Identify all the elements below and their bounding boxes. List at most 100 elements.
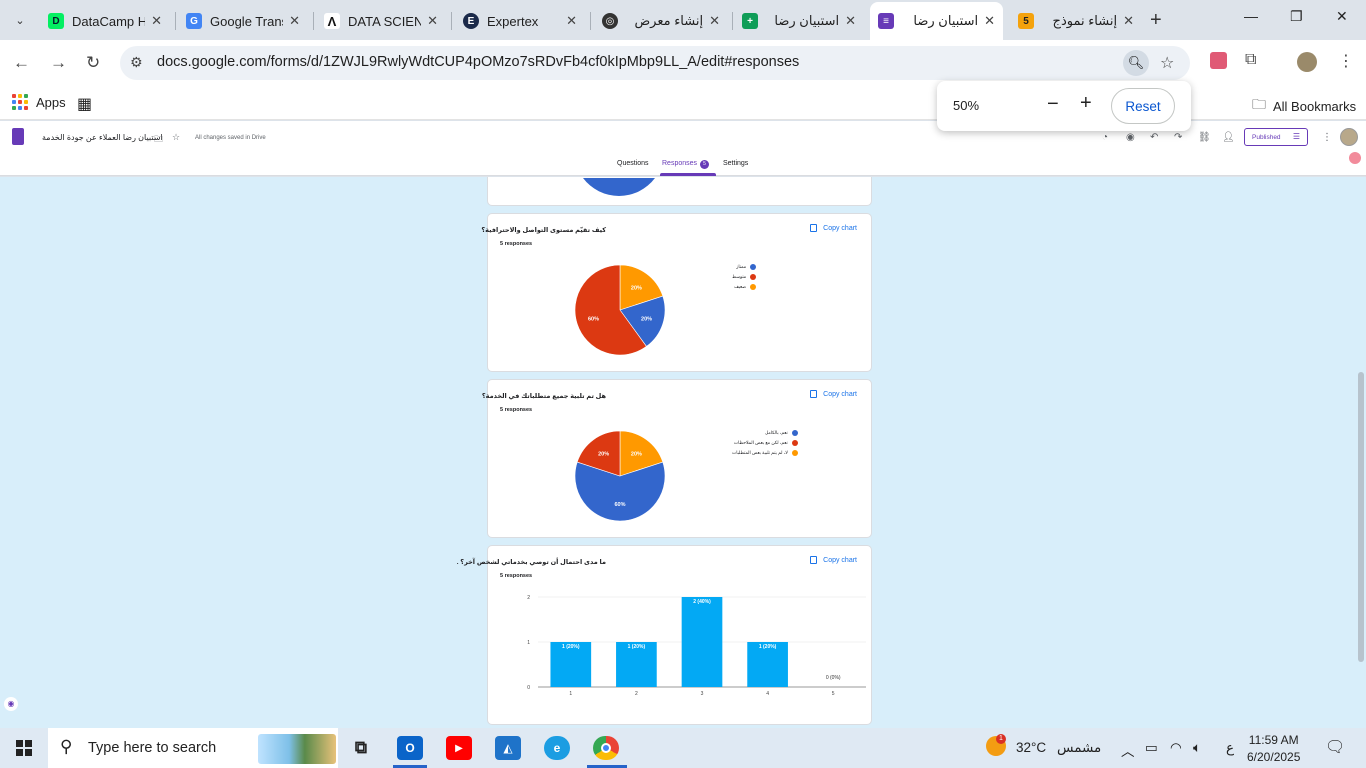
bookmark-star-icon[interactable]: ☆ <box>1160 53 1174 73</box>
windows-start-icon[interactable] <box>16 740 32 756</box>
y-tick-label: 0 <box>527 685 530 691</box>
undo-icon[interactable]: ↶ <box>1150 132 1158 143</box>
close-icon[interactable]: ✕ <box>984 13 995 29</box>
legend-swatch <box>750 284 757 290</box>
add-collaborator-icon[interactable]: 👤︎ <box>1222 132 1235 143</box>
tab-survey-sheets[interactable]: + استبيان رضا ✕ <box>734 6 864 36</box>
redo-icon[interactable]: ↷ <box>1174 132 1182 143</box>
close-icon[interactable]: ✕ <box>566 13 577 29</box>
forward-icon[interactable]: → <box>50 53 67 73</box>
close-icon[interactable]: ✕ <box>845 13 856 29</box>
tab-expertex[interactable]: E Expertex ✕ <box>455 6 585 36</box>
battery-icon[interactable]: ▭ <box>1145 740 1158 756</box>
profile-avatar[interactable] <box>1297 52 1317 72</box>
form-title[interactable]: استبيان رضا العملاء عن جودة الخدمة <box>42 133 163 142</box>
tab-google-translate[interactable]: G Google Trans ✕ <box>178 6 308 36</box>
palette-icon[interactable]: ◔ <box>1102 132 1108 143</box>
x-tick-label: 2 <box>635 691 638 697</box>
wifi-icon[interactable]: ◠ <box>1170 740 1182 756</box>
pie-chart-requirements: 20% 60% 20% <box>574 430 666 522</box>
tab-settings[interactable]: Settings <box>723 160 748 167</box>
tab-strip: ⌄ D DataCamp H ✕ G Google Trans ✕ Λ DATA… <box>0 0 1366 40</box>
bar-data-label: 0 (0%) <box>826 675 841 681</box>
browser-toolbar: ← → ↻ ⚙ docs.google.com/forms/d/1ZWJL9Rw… <box>0 40 1366 86</box>
account-avatar[interactable] <box>1340 128 1358 146</box>
site-info-icon[interactable]: ⚙ <box>130 54 143 71</box>
tab-title: Expertex <box>487 13 539 29</box>
tab-datacamp[interactable]: D DataCamp H ✕ <box>40 6 170 36</box>
notifications-icon[interactable]: 🗨︎ <box>1325 737 1345 757</box>
minimize-icon[interactable]: — <box>1244 8 1258 24</box>
youtube-icon[interactable]: ▶ <box>446 736 472 760</box>
star-icon[interactable]: ☆ <box>172 132 180 143</box>
browser-menu-icon[interactable]: ⋮ <box>1338 51 1354 71</box>
google-forms-logo-icon[interactable] <box>12 128 24 145</box>
search-highlight-image <box>258 734 336 764</box>
more-options-icon[interactable]: ⋮ <box>1322 132 1332 143</box>
tab-chatgpt-gallery[interactable]: ◎ إنشاء معرض ✕ <box>594 6 728 36</box>
extensions-puzzle-icon[interactable]: ⧉ <box>1245 51 1256 69</box>
close-icon[interactable]: ✕ <box>427 13 438 29</box>
preview-eye-icon[interactable]: ◉ <box>1126 132 1135 143</box>
input-language[interactable]: ع <box>1226 740 1234 756</box>
task-view-icon[interactable]: ⧉ <box>348 736 374 760</box>
published-label: Published <box>1252 133 1281 141</box>
tab-title: استبيان رضا <box>913 13 979 28</box>
clock[interactable]: 11:59 AM 6/20/2025 <box>1247 732 1300 766</box>
volume-icon[interactable]: 🔈︎ <box>1193 740 1201 756</box>
zoom-in-icon[interactable]: + <box>1080 92 1092 115</box>
pie-slice-label: 20% <box>598 451 609 457</box>
close-icon[interactable]: ✕ <box>151 13 162 29</box>
weather-temp[interactable]: 32°C <box>1016 740 1046 755</box>
new-tab-plus-icon[interactable]: + <box>1150 9 1162 32</box>
chrome-icon[interactable] <box>593 736 619 760</box>
tab-responses[interactable]: Responses 5 <box>662 160 710 169</box>
zoom-icon[interactable]: 🔍︎ <box>1123 50 1149 76</box>
tab-survey-forms-active[interactable]: ≡ استبيان رضا ✕ <box>870 2 1003 40</box>
show-hidden-icons-chevron-icon[interactable]: ︿ <box>1121 740 1135 760</box>
extension-translate-icon[interactable] <box>1210 52 1227 69</box>
move-folder-icon[interactable]: 🗀 <box>154 132 163 148</box>
address-bar[interactable]: ⚙ docs.google.com/forms/d/1ZWJL9RwlyWdtC… <box>120 46 1190 80</box>
tab-title: Google Trans <box>210 13 284 29</box>
x-tick-label: 4 <box>766 691 769 697</box>
tab-groups-icon[interactable]: ▦ <box>77 94 92 114</box>
tab-questions[interactable]: Questions <box>617 160 649 167</box>
edge-icon[interactable]: e <box>544 736 570 760</box>
publish-settings-icon: ☰ <box>1292 132 1300 141</box>
zoom-out-icon[interactable]: − <box>1047 93 1059 116</box>
active-tab-indicator <box>660 173 716 176</box>
page-scrollbar[interactable] <box>1358 372 1364 662</box>
outlook-icon[interactable]: O <box>397 736 423 760</box>
tab-create-form[interactable]: 5 إنشاء نموذج ✕ <box>1010 6 1142 36</box>
question-card-2: هل تم تلبية جميع متطلباتك في الخدمة؟ 5 r… <box>482 379 872 538</box>
tab-title: استبيان رضا <box>774 13 840 28</box>
photos-icon[interactable]: ◭ <box>495 736 521 760</box>
close-icon[interactable]: ✕ <box>709 13 720 29</box>
search-icon: ⚲ <box>60 737 73 756</box>
y-tick-label: 2 <box>527 595 530 601</box>
published-button[interactable]: Published ☰ <box>1244 128 1308 146</box>
expertex-icon: E <box>463 13 479 29</box>
back-icon[interactable]: ← <box>13 53 30 73</box>
clock-time: 11:59 AM <box>1248 733 1299 747</box>
all-bookmarks[interactable]: 🗀 All Bookmarks <box>1252 94 1356 118</box>
reload-icon[interactable]: ↻ <box>86 53 100 73</box>
apps-bookmark[interactable]: Apps <box>12 94 66 110</box>
taskbar-search[interactable]: ⚲ Type here to search <box>48 728 338 768</box>
tab-data-science[interactable]: Λ DATA SCIENC ✕ <box>316 6 446 36</box>
url-text[interactable]: docs.google.com/forms/d/1ZWJL9RwlyWdtCUP… <box>157 54 799 70</box>
extension-badge-icon[interactable] <box>1349 152 1361 164</box>
tab-search-chevron-icon[interactable]: ⌄ <box>8 8 32 32</box>
zoom-reset-button[interactable]: Reset <box>1111 88 1175 124</box>
close-icon[interactable]: ✕ <box>1123 13 1134 29</box>
tab-title: إنشاء معرض <box>634 13 704 28</box>
link-icon[interactable]: ⛓ <box>1198 132 1211 143</box>
close-window-icon[interactable]: ✕ <box>1336 8 1348 25</box>
responses-content[interactable]: كيف تقيّم مستوى التواصل والاحترافية؟ 5 r… <box>0 177 1366 728</box>
weather-label[interactable]: مشمس <box>1057 740 1101 756</box>
restore-icon[interactable]: ❐ <box>1290 8 1303 25</box>
bar-chart-recommend: 0 1 2 1 (20%) 1 1 (20%) 2 2 (40%) 3 1 (20%) 4 0 (0%… <box>527 595 866 697</box>
assistant-bubble-icon[interactable]: ◉ <box>4 697 18 711</box>
close-icon[interactable]: ✕ <box>289 13 300 29</box>
